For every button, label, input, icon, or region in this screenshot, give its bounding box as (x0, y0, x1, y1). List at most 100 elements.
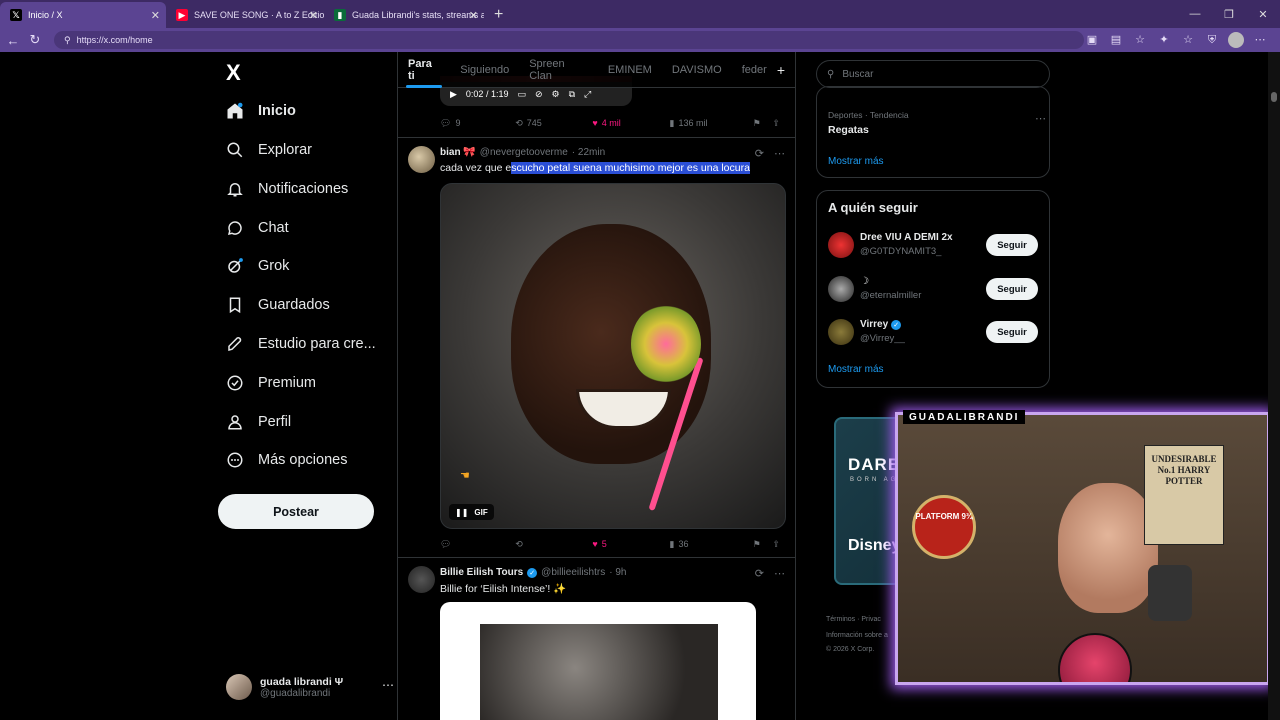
address-bar-row: ← ↻ ⚲ https://x.com/home ▣ ▤ ☆ ✦ ☆ ⛨ ⋯ (0, 28, 1280, 52)
bookmark-icon[interactable]: ⚑ (753, 118, 773, 129)
repost-button[interactable]: ⟲ 745 (515, 118, 592, 129)
account-switcher[interactable]: guada librandi Ψ @guadalibrandi ⋯ (226, 672, 396, 702)
more-dots-icon[interactable]: ⋯ (382, 678, 394, 692)
tab-siguiendo[interactable]: Siguiendo (450, 52, 519, 88)
post-card[interactable]: bian 🎀 @nevergetooverme · 22min ⟳ ⋯ cada… (398, 137, 795, 557)
browser-tab-x[interactable]: 𝕏 Inicio / X ✕ (0, 2, 166, 28)
footer-links[interactable]: Términos · Privac (826, 616, 881, 623)
menu-icon[interactable]: ⋯ (1252, 32, 1268, 48)
avatar[interactable] (408, 146, 435, 173)
like-button[interactable]: ♥ 4 mil (592, 118, 669, 128)
tab-davismo[interactable]: DAVISMO (662, 52, 732, 88)
like-button[interactable]: ♥ 5 (592, 539, 669, 549)
nav-item-inicio[interactable]: Inicio (226, 99, 296, 123)
repost-button[interactable]: ⟲ (515, 539, 592, 550)
scrollbar-thumb[interactable] (1271, 92, 1277, 102)
show-more-link[interactable]: Mostrar más (828, 156, 884, 167)
author-name[interactable]: Billie Eilish Tours (440, 567, 523, 578)
gif-badge[interactable]: ❚❚ GIF (449, 504, 494, 520)
follow-suggestion[interactable]: ☽ @eternalmiller Seguir (828, 274, 1038, 304)
play-icon[interactable]: ▶ (450, 89, 457, 100)
nav-item-mas-opciones[interactable]: Más opciones (226, 448, 347, 472)
nav-item-premium[interactable]: Premium (226, 371, 316, 395)
person-icon (226, 413, 244, 431)
nav-item-guardados[interactable]: Guardados (226, 293, 330, 317)
tab-para-ti[interactable]: Para ti (398, 52, 450, 88)
close-icon[interactable]: ✕ (309, 9, 318, 22)
nav-item-chat[interactable]: Chat (226, 216, 289, 240)
search-input[interactable]: ⚲ Buscar (816, 60, 1050, 88)
follow-suggestion[interactable]: Virrey ✓ @Virrey__ Seguir (828, 317, 1038, 347)
star-icon[interactable]: ☆ (1132, 32, 1148, 48)
tab-eminem[interactable]: EMINEM (598, 52, 662, 88)
author-name[interactable]: bian 🎀 (440, 147, 476, 158)
grok-icon[interactable]: ⟳ (755, 147, 764, 160)
bookmark-icon[interactable]: ⚑ (753, 539, 773, 550)
avatar[interactable] (828, 232, 854, 258)
gif-media[interactable]: ❚❚ GIF (440, 183, 786, 529)
app-icon[interactable]: ▣ (1084, 32, 1100, 48)
post-image[interactable] (480, 624, 718, 720)
views-button[interactable]: ▮ 136 mil (670, 118, 753, 129)
close-icon[interactable]: ✕ (469, 9, 478, 22)
more-dots-icon[interactable]: ⋯ (774, 147, 785, 160)
url-field[interactable]: ⚲ https://x.com/home (54, 31, 1084, 49)
extensions-icon[interactable]: ✦ (1156, 32, 1172, 48)
pip-icon[interactable]: ⧉ (569, 89, 575, 100)
nav-item-grok[interactable]: Grok (226, 254, 289, 278)
favorites-icon[interactable]: ☆ (1180, 32, 1196, 48)
profile-avatar-icon[interactable] (1228, 32, 1244, 48)
follow-button[interactable]: Seguir (986, 234, 1038, 256)
fullscreen-icon[interactable]: ⤢ (584, 89, 591, 100)
shield-icon[interactable]: ⛨ (1204, 32, 1220, 48)
post-button[interactable]: Postear (218, 494, 374, 529)
site-info-icon[interactable]: ⚲ (64, 35, 71, 46)
nav-item-explorar[interactable]: Explorar (226, 138, 312, 162)
reply-button[interactable]: 💬︎ (440, 539, 515, 550)
more-dots-icon[interactable]: ⋯ (1035, 112, 1046, 125)
avatar[interactable] (828, 319, 854, 345)
footer-links[interactable]: Información sobre a (826, 632, 888, 639)
trend-name[interactable]: Regatas (828, 124, 869, 136)
views-button[interactable]: ▮ 36 (670, 539, 753, 550)
browser-tab-youtube[interactable]: ▶ SAVE ONE SONG · A to Z Editio ✕ (166, 2, 324, 28)
follow-button[interactable]: Seguir (986, 321, 1038, 343)
author-handle[interactable]: @nevergetooverme (480, 147, 568, 158)
add-tab-icon[interactable]: + (777, 62, 785, 78)
avatar[interactable] (408, 566, 435, 593)
nav-item-notificaciones[interactable]: Notificaciones (226, 177, 348, 201)
new-tab-icon[interactable]: + (484, 2, 513, 28)
show-more-link[interactable]: Mostrar más (828, 364, 884, 375)
tab-spreen-clan[interactable]: Spreen Clan (519, 52, 598, 88)
nav-item-perfil[interactable]: Perfil (226, 410, 291, 434)
settings-icon[interactable]: ⚙ (552, 89, 560, 100)
reply-button[interactable]: 💬︎ 9 (440, 118, 515, 129)
follow-button[interactable]: Seguir (986, 278, 1038, 300)
more-dots-icon[interactable]: ⋯ (774, 567, 785, 580)
close-icon[interactable]: ✕ (151, 9, 160, 22)
tab-feder[interactable]: feder (732, 52, 777, 88)
browser-tab-stats[interactable]: ▮ Guada Librandi's stats, streams an ✕ (324, 2, 484, 28)
post-time[interactable]: · 22min (572, 147, 605, 158)
minimize-icon[interactable]: — (1178, 8, 1212, 20)
x-logo-icon[interactable]: X (226, 60, 241, 86)
author-handle[interactable]: @billieeilishtrs (541, 567, 605, 578)
share-icon[interactable]: ⇪ (772, 539, 780, 550)
back-icon[interactable]: ← (2, 33, 24, 48)
restore-icon[interactable]: ❐ (1212, 8, 1246, 21)
avatar[interactable] (828, 276, 854, 302)
post-time[interactable]: · 9h (609, 567, 626, 578)
share-icon[interactable]: ⇪ (772, 118, 780, 129)
stats-favicon-icon: ▮ (334, 9, 346, 21)
follow-suggestion[interactable]: Dree VIU A DEMI 2x @G0TDYNAMIT3_ Seguir (828, 230, 1038, 260)
captions-icon[interactable]: ▭ (517, 89, 526, 100)
reload-icon[interactable]: ↻ (24, 32, 46, 48)
scrollbar[interactable] (1268, 52, 1280, 720)
grok-icon[interactable]: ⟳ (755, 567, 764, 580)
reader-icon[interactable]: ▤ (1108, 32, 1124, 48)
nav-item-estudio[interactable]: Estudio para cre... (226, 332, 376, 356)
stream-label: GUADALIBRANDI (903, 410, 1026, 424)
mute-icon[interactable]: ⊘ (535, 89, 543, 100)
post-text-selected: scucho petal suena muchisimo mejor es un… (511, 162, 750, 174)
close-window-icon[interactable]: ✕ (1246, 8, 1280, 21)
